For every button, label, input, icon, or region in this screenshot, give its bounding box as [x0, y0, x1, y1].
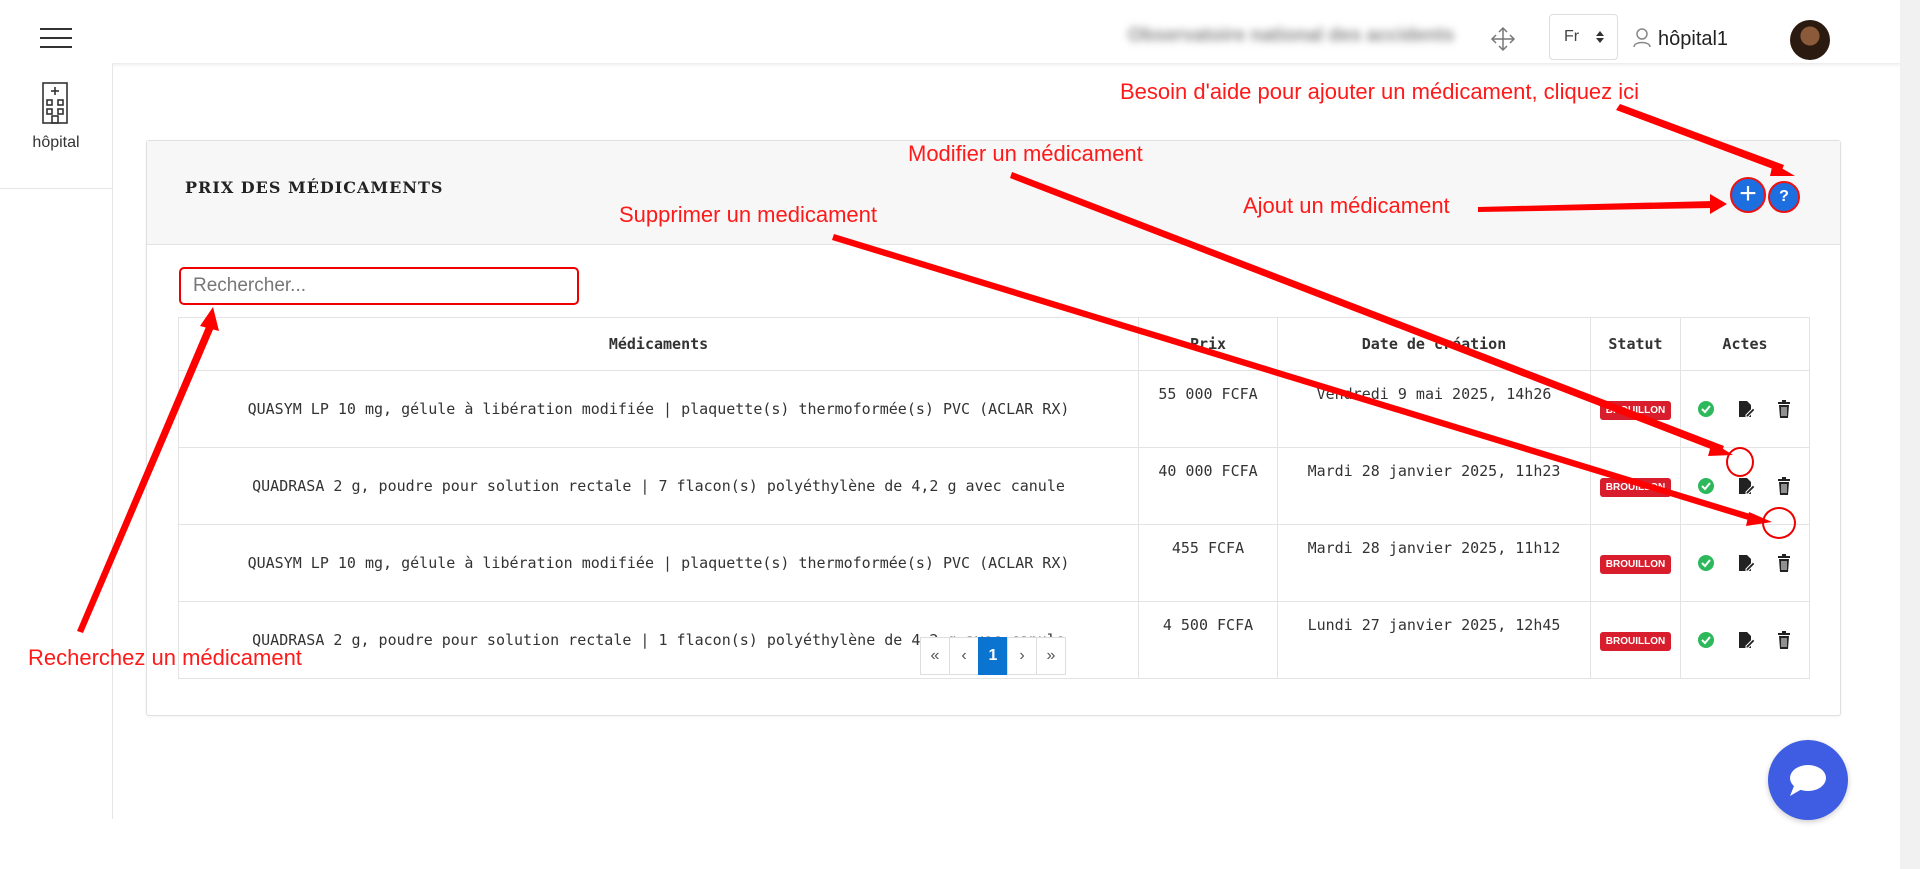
annotation-delete: Supprimer un medicament	[619, 202, 878, 227]
delete-highlight-ring	[1762, 507, 1796, 539]
annotation-help: Besoin d'aide pour ajouter un médicament…	[1120, 79, 1640, 104]
arrow-help	[1616, 104, 1784, 172]
annotation-search: Recherchez un médicament	[28, 645, 302, 670]
annotation-edit: Modifier un médicament	[908, 141, 1143, 166]
vertical-scrollbar[interactable]	[1900, 0, 1920, 869]
arrow-delete	[832, 234, 1760, 523]
annotation-add: Ajout un médicament	[1243, 193, 1450, 218]
arrow-search	[77, 322, 215, 633]
arrow-add	[1478, 201, 1713, 212]
annotation-arrows	[77, 104, 1795, 633]
edit-highlight-ring	[1726, 447, 1754, 477]
